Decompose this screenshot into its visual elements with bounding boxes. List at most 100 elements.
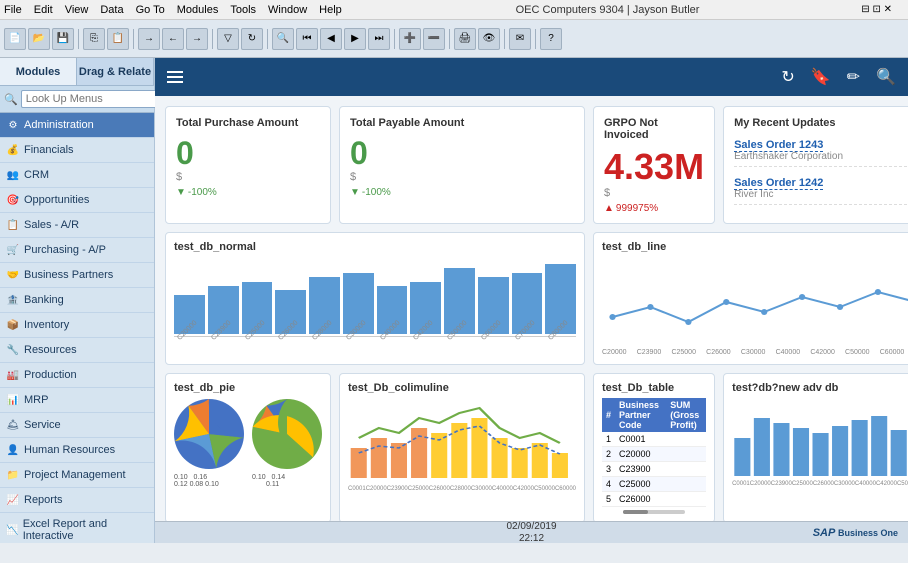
banking-icon: 🏦 [6, 293, 20, 307]
toolbar-refresh[interactable]: ↻ [241, 28, 263, 50]
sidebar-item-excel-report[interactable]: 📉 Excel Report and Interactive [0, 513, 154, 543]
refresh-icon[interactable]: ↻ [781, 67, 794, 87]
toolbar-open[interactable]: 📂 [28, 28, 50, 50]
colimuline-chart: C0001C20000C23900C25000C26000 C28000C300… [348, 398, 576, 488]
recent-item-1: Sales Order 1243 Earthshaker Corporation [734, 137, 908, 167]
sidebar-item-administration[interactable]: ⚙ Administration [0, 113, 154, 138]
menu-tools[interactable]: Tools [230, 4, 256, 16]
menu-view[interactable]: View [65, 4, 89, 16]
recent-item-2-sub: River Inc [734, 189, 908, 205]
col-header-num: # [602, 398, 615, 432]
pie-chart-2: 0.10 0.14 0.11 [252, 399, 322, 488]
modules-tab[interactable]: Modules [0, 58, 77, 85]
sidebar-item-production[interactable]: 🏭 Production [0, 363, 154, 388]
toolbar-help[interactable]: ? [540, 28, 562, 50]
toolbar-copy[interactable]: ⎘ [83, 28, 105, 50]
table-row: 3C23900 [602, 462, 706, 477]
sidebar-item-banking[interactable]: 🏦 Banking [0, 288, 154, 313]
toolbar-remove[interactable]: ➖ [423, 28, 445, 50]
toolbar-add[interactable]: ➕ [399, 28, 421, 50]
header-action-icons: ↻ 🔖 ✏ 🔍 [781, 67, 896, 87]
line-chart-svg [602, 257, 908, 347]
kpi-total-payable: Total Payable Amount 0 $ ▼ -100% [339, 106, 585, 224]
sidebar-item-inventory[interactable]: 📦 Inventory [0, 313, 154, 338]
chart-table-title: test_Db_table [602, 382, 706, 394]
chart-adv-card: test?db?new adv db [723, 373, 908, 521]
purchasing-icon: 🛒 [6, 243, 20, 257]
toolbar-find[interactable]: 🔍 [272, 28, 294, 50]
line-chart-labels: C20000C23900C25000C26000C30000 C40000C42… [602, 349, 908, 356]
kpi-purchase-change: ▼ -100% [176, 187, 320, 198]
sidebar-item-human-resources[interactable]: 👤 Human Resources [0, 438, 154, 463]
hr-icon: 👤 [6, 443, 20, 457]
inventory-icon: 📦 [6, 318, 20, 332]
sidebar-item-business-partners[interactable]: 🤝 Business Partners [0, 263, 154, 288]
recent-item-2: Sales Order 1242 River Inc [734, 175, 908, 205]
sidebar-item-financials[interactable]: 💰 Financials [0, 138, 154, 163]
adv-bar-svg [732, 398, 908, 478]
recent-updates-card: My Recent Updates Sales Order 1243 Earth… [723, 106, 908, 224]
hamburger-icon[interactable] [167, 71, 183, 83]
menu-edit[interactable]: Edit [34, 4, 53, 16]
toolbar-save[interactable]: 💾 [52, 28, 74, 50]
table-scrollbar[interactable] [602, 510, 706, 514]
toolbar-forward[interactable]: → [186, 28, 208, 50]
menu-file[interactable]: File [4, 4, 22, 16]
window-controls[interactable]: ⊟ ⊡ ✕ [861, 4, 892, 15]
data-table: # Business Partner Code SUM (Gross Profi… [602, 398, 706, 507]
sidebar-item-mrp[interactable]: 📊 MRP [0, 388, 154, 413]
opportunities-icon: 🎯 [6, 193, 20, 207]
toolbar-filter[interactable]: ▽ [217, 28, 239, 50]
chart-normal-card: test_db_normal C20000C23900C25000C26000C… [165, 232, 585, 365]
toolbar-paste[interactable]: 📋 [107, 28, 129, 50]
search-input[interactable] [21, 90, 173, 108]
reports-icon: 📈 [6, 493, 20, 507]
sidebar-item-purchasing-ap[interactable]: 🛒 Purchasing - A/P [0, 238, 154, 263]
sidebar-items-list: ⚙ Administration 💰 Financials 👥 CRM 🎯 Op… [0, 113, 154, 543]
menu-goto[interactable]: Go To [136, 4, 165, 16]
toolbar-next[interactable]: ▶ [344, 28, 366, 50]
toolbar-first[interactable]: ⏮ [296, 28, 318, 50]
edit-icon[interactable]: ✏ [847, 67, 860, 87]
pie-area: 0.10 0.16 0.12 0.08 0.10 [174, 398, 322, 488]
toolbar-print[interactable]: 🖨 [454, 28, 476, 50]
sidebar-item-crm[interactable]: 👥 CRM [0, 163, 154, 188]
sidebar-item-project-management[interactable]: 📁 Project Management [0, 463, 154, 488]
search-icon[interactable]: 🔍 [876, 67, 896, 87]
sidebar-item-opportunities[interactable]: 🎯 Opportunities [0, 188, 154, 213]
menu-modules[interactable]: Modules [177, 4, 219, 16]
toolbar-preview[interactable]: 👁 [478, 28, 500, 50]
sidebar-item-service[interactable]: 🛎 Service [0, 413, 154, 438]
toolbar-last[interactable]: ⏭ [368, 28, 390, 50]
toolbar-new[interactable]: 📄 [4, 28, 26, 50]
status-datetime: 02/09/2019 22:12 [506, 521, 556, 544]
toolbar-email[interactable]: ✉ [509, 28, 531, 50]
financials-icon: 💰 [6, 143, 20, 157]
menu-data[interactable]: Data [100, 4, 123, 16]
kpi-payable-currency: $ [350, 171, 574, 183]
adv-bar-chart: C0001C20000C23900C25000C26000 C30000C400… [732, 398, 908, 487]
bookmark-icon[interactable]: 🔖 [811, 67, 831, 87]
sidebar-item-resources[interactable]: 🔧 Resources [0, 338, 154, 363]
menu-help[interactable]: Help [319, 4, 342, 16]
toolbar-back[interactable]: ← [162, 28, 184, 50]
drag-relate-tab[interactable]: Drag & Relate [77, 58, 154, 85]
sidebar-item-sales-ar[interactable]: 📋 Sales - A/R [0, 213, 154, 238]
chart-table-card: test_Db_table # Business Partner Code SU… [593, 373, 715, 521]
menu-bar: File Edit View Data Go To Modules Tools … [0, 0, 908, 20]
toolbar: 📄 📂 💾 ⎘ 📋 → ← → ▽ ↻ 🔍 ⏮ ◀ ▶ ⏭ ➕ ➖ 🖨 👁 ✉ … [0, 20, 908, 58]
sidebar: Modules Drag & Relate 🔍 ▼ ⚙ Administrati… [0, 58, 155, 543]
sales-ar-icon: 📋 [6, 218, 20, 232]
chart-colimuline-card: test_Db_colimuline [339, 373, 585, 521]
adv-chart-labels: C0001C20000C23900C25000C26000 C30000C400… [732, 481, 908, 487]
sidebar-tabs: Modules Drag & Relate [0, 58, 154, 86]
administration-icon: ⚙ [6, 118, 20, 132]
chart-line-title: test_db_line [602, 241, 908, 253]
toolbar-arrow-right[interactable]: → [138, 28, 160, 50]
toolbar-prev[interactable]: ◀ [320, 28, 342, 50]
kpi-purchase-value: 0 [176, 137, 320, 169]
menu-window[interactable]: Window [268, 4, 307, 16]
sidebar-search-bar: 🔍 ▼ [0, 86, 154, 113]
sidebar-item-reports[interactable]: 📈 Reports [0, 488, 154, 513]
main-layout: Modules Drag & Relate 🔍 ▼ ⚙ Administrati… [0, 58, 908, 543]
